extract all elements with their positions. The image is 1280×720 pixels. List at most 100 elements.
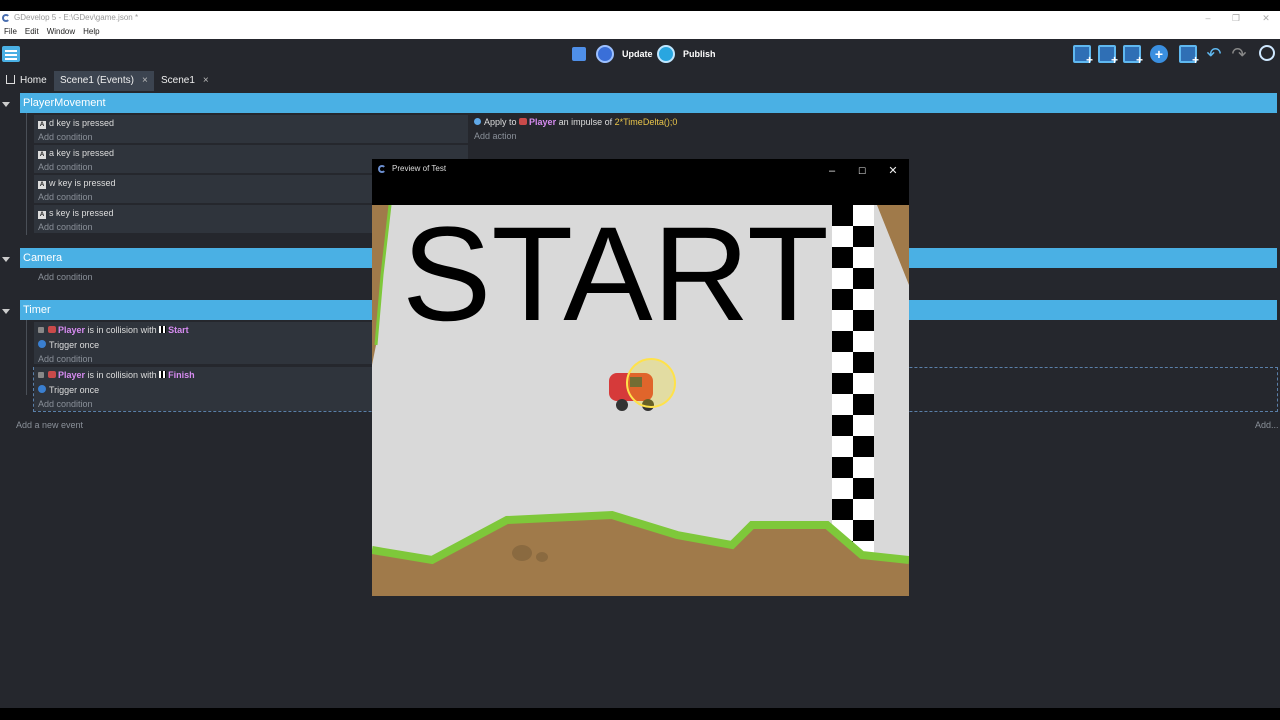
game-canvas[interactable]: START: [372, 205, 909, 596]
condition[interactable]: As key is pressed: [38, 208, 114, 219]
key-letter: s: [49, 208, 54, 218]
add-new-event-link[interactable]: Add a new event: [16, 420, 83, 430]
start-text: START: [402, 205, 829, 349]
add-condition-link[interactable]: Add condition: [38, 222, 93, 232]
group-player-movement[interactable]: PlayerMovement: [20, 93, 1277, 113]
close-icon[interactable]: ×: [203, 75, 209, 86]
action-prefix: Apply to: [484, 117, 517, 127]
keyboard-icon: A: [38, 121, 46, 129]
condition[interactable]: Player is in collision with Finish: [38, 370, 195, 380]
preview-window: Preview of Test – ☐ ✕ START: [372, 159, 909, 596]
add-condition-link[interactable]: Add condition: [38, 162, 93, 172]
force-icon: [474, 118, 481, 125]
search-icon[interactable]: [1259, 45, 1275, 61]
condition-text: Trigger once: [49, 385, 100, 395]
close-icon[interactable]: ✕: [886, 161, 900, 181]
add-subevent-icon[interactable]: [1098, 45, 1118, 67]
collapse-toggle-icon[interactable]: [2, 257, 10, 262]
rock: [536, 552, 548, 562]
key-letter: w: [49, 178, 56, 188]
condition[interactable]: Trigger once: [38, 385, 99, 395]
checker-square: [853, 478, 874, 499]
tab-scene1-label: Scene1: [161, 75, 195, 86]
tab-scene1[interactable]: Scene1 ×: [155, 71, 215, 91]
condition-text: is in collision with: [87, 370, 157, 380]
add-event-icon[interactable]: [1073, 45, 1093, 67]
checker-square: [853, 436, 874, 457]
player-object-icon: [48, 371, 56, 378]
checker-square: [832, 247, 853, 268]
keyboard-icon: A: [38, 181, 46, 189]
debugger-icon[interactable]: [572, 47, 586, 61]
add-condition-link[interactable]: Add condition: [38, 192, 93, 202]
undo-icon[interactable]: ↶: [1205, 45, 1223, 63]
maximize-icon[interactable]: ☐: [855, 161, 869, 181]
delete-event-icon[interactable]: [1179, 45, 1199, 67]
condition-text: key is pressed: [56, 118, 115, 128]
add-action-link[interactable]: Add action: [474, 131, 517, 141]
checker-square: [853, 226, 874, 247]
condition[interactable]: Player is in collision with Start: [38, 325, 189, 335]
checker-square: [832, 457, 853, 478]
redo-icon[interactable]: ↷: [1230, 45, 1248, 63]
cursor-highlight: [626, 358, 676, 408]
home-icon: [6, 75, 15, 84]
menu-edit[interactable]: Edit: [21, 25, 43, 39]
condition[interactable]: Trigger once: [38, 340, 99, 350]
add-condition-link[interactable]: Add condition: [38, 354, 93, 364]
close-icon[interactable]: ×: [142, 75, 148, 86]
project-manager-icon[interactable]: [2, 46, 20, 62]
game-scene: START: [372, 205, 909, 596]
condition-text: is in collision with: [87, 325, 157, 335]
title-bar: GDevelop 5 - E:\GDev\game.json * – ❐ ✕: [0, 11, 1280, 25]
publish-label: Publish: [683, 49, 716, 59]
action[interactable]: Apply to Player an impulse of 2*TimeDelt…: [474, 117, 677, 127]
checker-square: [853, 520, 874, 541]
menu-bar: File Edit Window Help: [0, 25, 1280, 39]
publish-button[interactable]: Publish: [657, 44, 716, 64]
add-plus-icon[interactable]: +: [1150, 45, 1168, 63]
object-name: Player: [58, 325, 86, 335]
tab-home-label: Home: [20, 75, 47, 86]
add-condition-link[interactable]: Add condition: [38, 132, 93, 142]
object-name: Finish: [168, 370, 195, 380]
lightning-icon: [596, 45, 614, 63]
condition[interactable]: Ad key is pressed: [38, 118, 114, 129]
add-more-link[interactable]: Add...: [1255, 420, 1279, 430]
minimize-icon[interactable]: –: [825, 161, 839, 181]
condition-text: key is pressed: [58, 178, 116, 188]
key-letter: d: [49, 118, 55, 128]
event-row[interactable]: Ad key is pressed Add condition: [34, 115, 468, 143]
collapse-toggle-icon[interactable]: [2, 102, 10, 107]
object-name: Player: [529, 117, 557, 127]
menu-window[interactable]: Window: [43, 25, 79, 39]
preview-title-bar: Preview of Test – ☐ ✕: [372, 159, 909, 179]
update-label: Update: [622, 49, 653, 59]
restore-icon[interactable]: ❐: [1226, 11, 1246, 25]
condition[interactable]: Aw key is pressed: [38, 178, 116, 189]
menu-help[interactable]: Help: [79, 25, 103, 39]
update-button[interactable]: Update: [596, 44, 653, 64]
menu-file[interactable]: File: [0, 25, 21, 39]
minimize-icon[interactable]: –: [1198, 11, 1218, 25]
action-text: an impulse of: [558, 117, 613, 127]
checker-square: [832, 415, 853, 436]
add-condition-link[interactable]: Add condition: [38, 399, 93, 409]
collapse-toggle-icon[interactable]: [2, 309, 10, 314]
condition[interactable]: Aa key is pressed: [38, 148, 114, 159]
add-comment-icon[interactable]: [1123, 45, 1143, 67]
close-icon[interactable]: ✕: [1256, 11, 1276, 25]
add-condition-link[interactable]: Add condition: [38, 272, 93, 282]
gdevelop-app: GDevelop 5 - E:\GDev\game.json * – ❐ ✕ F…: [0, 11, 1280, 708]
object-name: Start: [168, 325, 189, 335]
tab-home[interactable]: Home: [0, 71, 53, 91]
collision-icon: [38, 372, 44, 378]
checker-square: [832, 205, 853, 226]
checker-square: [853, 394, 874, 415]
checker-square: [832, 289, 853, 310]
gdevelop-logo-icon: [378, 165, 386, 173]
tab-bar: Home Scene1 (Events) × Scene1 ×: [0, 69, 1280, 91]
window-title: GDevelop 5 - E:\GDev\game.json *: [14, 13, 139, 22]
tab-scene1-events[interactable]: Scene1 (Events) ×: [54, 71, 154, 91]
trigger-once-icon: [38, 340, 46, 348]
